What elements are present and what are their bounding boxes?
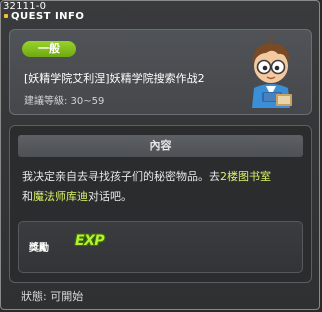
quest-status: 狀態: 可開始	[21, 290, 84, 303]
recommended-level: 建議等級: 30~59	[24, 96, 105, 107]
reward-label: 獎勵	[29, 243, 49, 254]
desc-highlight-location: 2楼图书室	[220, 170, 271, 183]
title-bar[interactable]: 32111-0 QUEST INFO	[1, 1, 321, 25]
title-marker-icon	[4, 14, 8, 18]
quest-info-window: 32111-0 QUEST INFO 一般 [妖精学院艾利涅]妖精学院搜索作战2…	[0, 0, 320, 310]
quest-name: [妖精学院艾利涅]妖精学院搜索作战2	[24, 72, 205, 85]
quest-header: 一般 [妖精学院艾利涅]妖精学院搜索作战2 建議等級: 30~59	[9, 29, 312, 115]
quest-content-panel: 內容 我决定亲自去寻找孩子们的秘密物品。去2楼图书室 和魔法师库迪对话吧。 獎勵…	[9, 125, 312, 283]
npc-portrait-icon	[252, 36, 292, 108]
exp-reward-icon[interactable]: EXP	[75, 233, 105, 249]
window-title: QUEST INFO	[11, 11, 85, 22]
quest-description: 我决定亲自去寻找孩子们的秘密物品。去2楼图书室 和魔法师库迪对话吧。	[22, 167, 307, 207]
desc-text-2: 和	[22, 190, 33, 203]
desc-highlight-npc: 魔法师库迪	[33, 190, 88, 203]
content-heading: 內容	[18, 135, 303, 157]
desc-text-1: 我决定亲自去寻找孩子们的秘密物品。去	[22, 170, 220, 183]
reward-box: 獎勵 EXP	[18, 221, 303, 273]
desc-text-3: 对话吧。	[88, 190, 132, 203]
category-badge: 一般	[22, 41, 76, 57]
